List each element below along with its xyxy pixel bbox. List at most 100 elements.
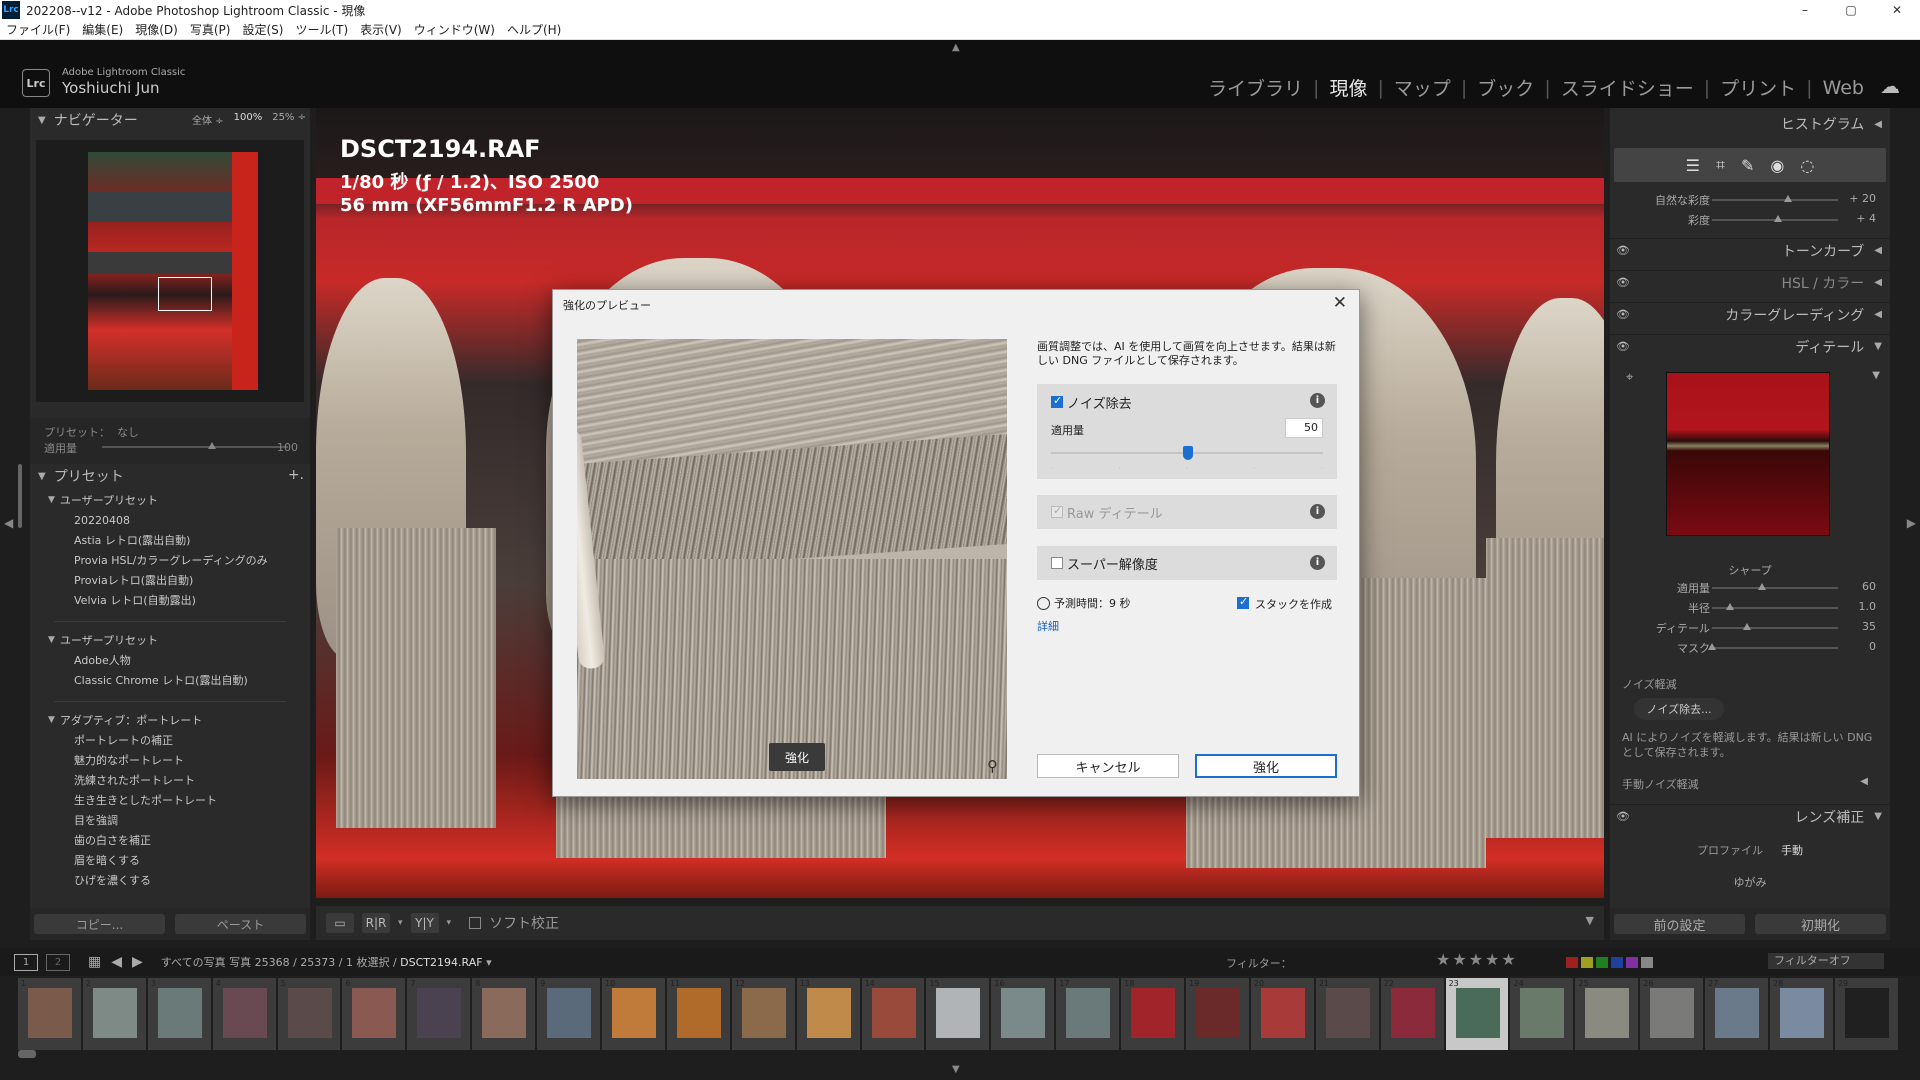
preset-group[interactable]: ▼ アダプティブ：ポートレート bbox=[30, 710, 310, 730]
menu-settings[interactable]: 設定(S) bbox=[242, 21, 283, 38]
filmstrip-thumb[interactable]: 7 bbox=[407, 978, 471, 1050]
info-icon[interactable]: i bbox=[1310, 504, 1325, 519]
menu-help[interactable]: ヘルプ(H) bbox=[507, 21, 561, 38]
preset-item[interactable]: 20220408 bbox=[30, 510, 310, 530]
toolbar-menu-icon[interactable]: ▼ bbox=[1586, 914, 1594, 927]
filmstrip-thumb[interactable]: 25 bbox=[1575, 978, 1639, 1050]
filmstrip-thumb[interactable]: 28 bbox=[1770, 978, 1833, 1050]
filmstrip-thumb[interactable]: 14 bbox=[861, 978, 925, 1050]
menu-window[interactable]: ウィンドウ(W) bbox=[414, 21, 495, 38]
maximize-button[interactable]: ▢ bbox=[1828, 0, 1874, 20]
color-label-filter[interactable] bbox=[1566, 957, 1653, 968]
preset-item[interactable]: 眉を暗くする bbox=[30, 850, 310, 870]
back-arrow-icon[interactable]: ◀ bbox=[111, 954, 122, 970]
filmstrip-thumb[interactable]: 19 bbox=[1186, 978, 1249, 1050]
preview-enhance-toggle[interactable]: 強化 bbox=[769, 743, 825, 771]
filmstrip-thumb[interactable]: 21 bbox=[1315, 978, 1379, 1050]
filmstrip-thumb[interactable]: 24 bbox=[1510, 978, 1574, 1050]
raw-detail-checkbox[interactable] bbox=[1051, 504, 1063, 518]
preset-item[interactable]: ひげを濃くする bbox=[30, 870, 310, 890]
filmstrip-scrollbar[interactable] bbox=[18, 1050, 36, 1058]
eye-icon[interactable]: 👁 bbox=[1616, 276, 1630, 289]
before-after-yy-icon[interactable]: Y|Y bbox=[410, 913, 439, 933]
collapse-bottom-arrow-icon[interactable]: ▼ bbox=[952, 1064, 960, 1075]
zoom-fit[interactable]: 全体 ÷ bbox=[192, 112, 224, 127]
denoise-button[interactable]: ノイズ除去... bbox=[1634, 698, 1724, 720]
navigator-view-rect[interactable] bbox=[158, 277, 212, 311]
module-3[interactable]: ブック bbox=[1477, 74, 1534, 101]
preset-item[interactable]: 洗練されたポートレート bbox=[30, 770, 310, 790]
preset-item[interactable]: 魅力的なポートレート bbox=[30, 750, 310, 770]
forward-arrow-icon[interactable]: ▶ bbox=[132, 954, 143, 970]
preset-item[interactable]: 歯の白さを補正 bbox=[30, 830, 310, 850]
preset-item[interactable]: 生き生きとしたポートレート bbox=[30, 790, 310, 810]
slider-knob[interactable] bbox=[1725, 603, 1734, 610]
enhance-preview-image[interactable]: 強化 ⚲ bbox=[577, 339, 1007, 779]
filmstrip-thumb[interactable]: 13 bbox=[796, 978, 860, 1050]
breadcrumb[interactable]: すべての写真 写真 25368 / 25373 / 1 枚選択 / DSCT21… bbox=[161, 954, 492, 970]
slider-value[interactable]: 0 bbox=[1869, 640, 1876, 653]
preset-item[interactable]: 目を強調 bbox=[30, 810, 310, 830]
filmstrip-thumb[interactable]: 10 bbox=[602, 978, 665, 1050]
filmstrip-thumb[interactable]: 20 bbox=[1250, 978, 1314, 1050]
module-5[interactable]: プリント bbox=[1720, 74, 1796, 101]
filmstrip-thumb[interactable]: 4 bbox=[212, 978, 276, 1050]
module-4[interactable]: スライドショー bbox=[1561, 74, 1694, 101]
red-eye-icon[interactable]: ◉ bbox=[1770, 156, 1784, 175]
filmstrip-thumb[interactable]: 3 bbox=[147, 978, 211, 1050]
masking-icon[interactable]: ◌ bbox=[1800, 156, 1814, 175]
filmstrip-thumb[interactable]: 26 bbox=[1640, 978, 1704, 1050]
preset-group[interactable]: ▼ ユーザープリセット bbox=[30, 490, 310, 510]
preset-item[interactable]: Adobe人物 bbox=[30, 650, 310, 670]
amount-slider-knob[interactable] bbox=[1183, 446, 1193, 460]
zoom-100[interactable]: 100% bbox=[234, 112, 263, 127]
filmstrip-thumb[interactable]: 12 bbox=[731, 978, 795, 1050]
minimize-button[interactable]: – bbox=[1782, 0, 1828, 20]
info-icon[interactable]: i bbox=[1310, 555, 1325, 570]
detail-header[interactable]: 👁 ディテール ▼ bbox=[1610, 334, 1890, 358]
slider-track[interactable] bbox=[1712, 647, 1838, 649]
filmstrip-thumb[interactable]: 5 bbox=[277, 978, 341, 1050]
preset-item[interactable]: ポートレートの補正 bbox=[30, 730, 310, 750]
filmstrip-thumb[interactable]: 9 bbox=[537, 978, 601, 1050]
grid-view-icon[interactable]: ▦ bbox=[88, 954, 101, 970]
eye-icon[interactable]: 👁 bbox=[1616, 244, 1630, 257]
menu-view[interactable]: 表示(V) bbox=[360, 21, 402, 38]
enhance-button[interactable]: 強化 bbox=[1195, 754, 1337, 778]
close-icon[interactable]: ✕ bbox=[1333, 293, 1347, 313]
copy-button[interactable]: コピー... bbox=[34, 914, 165, 934]
module-6[interactable]: Web bbox=[1823, 77, 1864, 99]
filmstrip-thumb[interactable]: 17 bbox=[1056, 978, 1120, 1050]
module-1[interactable]: 現像 bbox=[1329, 74, 1367, 101]
create-stack-checkbox[interactable] bbox=[1237, 595, 1249, 609]
filmstrip-thumb[interactable]: 2 bbox=[82, 978, 146, 1050]
filmstrip-thumb[interactable]: 11 bbox=[666, 978, 730, 1050]
healing-icon[interactable]: ✎ bbox=[1741, 156, 1754, 175]
filmstrip-thumb[interactable]: 23 bbox=[1445, 978, 1509, 1050]
hsl-header[interactable]: 👁 HSL / カラー ◀ bbox=[1610, 270, 1890, 294]
add-preset-button[interactable]: +. bbox=[288, 467, 304, 483]
color-grading-header[interactable]: 👁 カラーグレーディング ◀ bbox=[1610, 302, 1890, 326]
previous-settings-button[interactable]: 前の設定 bbox=[1614, 914, 1745, 934]
crosshair-icon[interactable]: ⌖ bbox=[1626, 370, 1633, 385]
presets-header[interactable]: ▼ プリセット +. bbox=[30, 464, 310, 488]
crop-icon[interactable]: ⌗ bbox=[1716, 155, 1725, 175]
preset-amount-slider[interactable] bbox=[102, 446, 288, 448]
cloud-icon[interactable]: ☁ bbox=[1880, 74, 1900, 98]
noise-reduction-checkbox[interactable] bbox=[1051, 394, 1063, 408]
slider-track[interactable] bbox=[1712, 199, 1838, 201]
collapse-top-arrow-icon[interactable]: ▲ bbox=[952, 42, 960, 53]
slider-value[interactable]: 1.0 bbox=[1859, 600, 1877, 613]
left-panel-toggle-icon[interactable]: ◀ bbox=[4, 516, 13, 530]
module-0[interactable]: ライブラリ bbox=[1208, 74, 1303, 101]
slider-value[interactable]: + 20 bbox=[1849, 192, 1876, 205]
second-screen-button[interactable]: 2 bbox=[46, 953, 70, 971]
details-link[interactable]: 詳細 bbox=[1037, 618, 1059, 634]
slider-track[interactable] bbox=[1712, 627, 1838, 629]
menu-file[interactable]: ファイル(F) bbox=[6, 21, 70, 38]
slider-track[interactable] bbox=[1712, 587, 1838, 589]
filmstrip-thumb[interactable]: 8 bbox=[472, 978, 536, 1050]
main-screen-button[interactable]: 1 bbox=[14, 953, 38, 971]
right-panel-toggle-icon[interactable]: ▶ bbox=[1907, 516, 1916, 530]
chevron-down-icon[interactable]: ▾ bbox=[398, 918, 403, 928]
